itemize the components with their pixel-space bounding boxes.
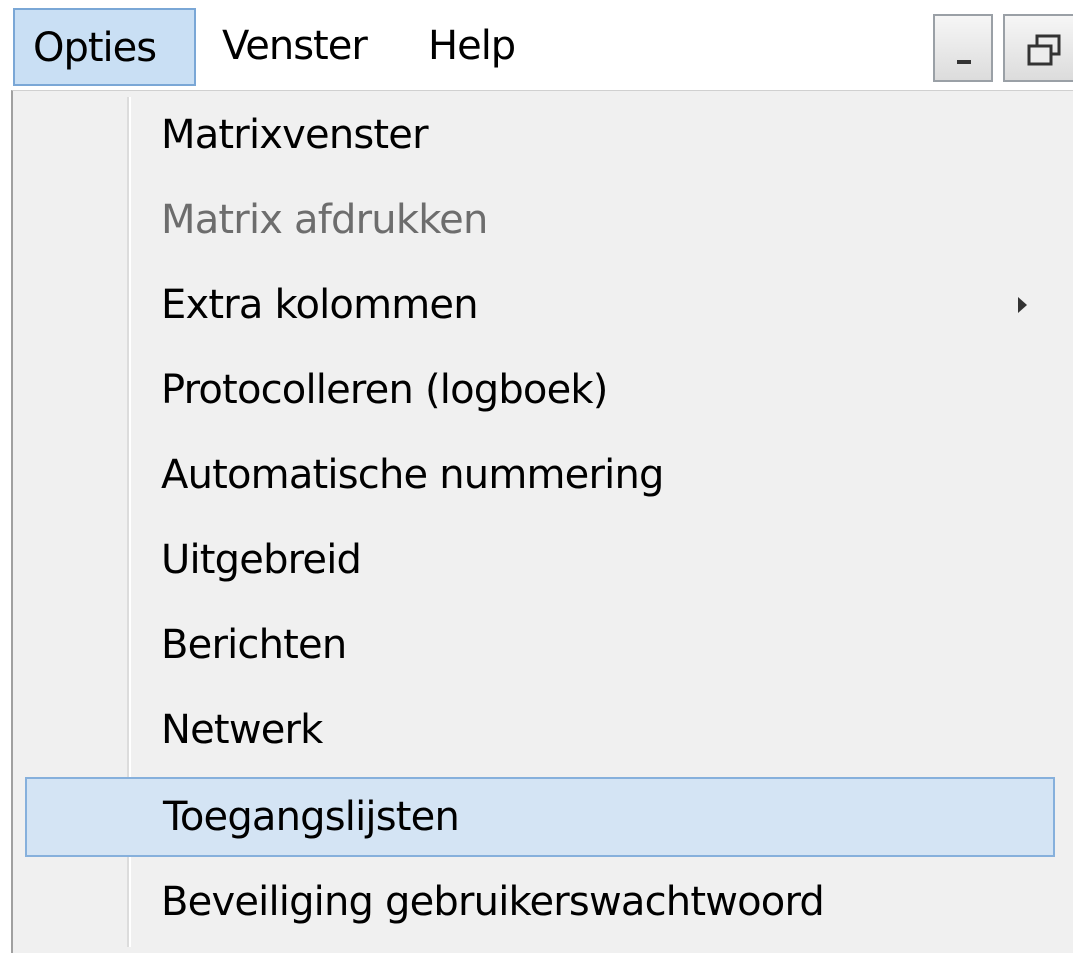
menu-item-berichten[interactable]: Berichten bbox=[25, 605, 1055, 685]
menu-help[interactable]: Help bbox=[428, 8, 538, 86]
menu-item-label: Uitgebreid bbox=[161, 537, 362, 583]
menu-item-matrixvenster[interactable]: Matrixvenster bbox=[25, 95, 1055, 175]
submenu-arrow-icon bbox=[1018, 297, 1027, 313]
minimize-button[interactable] bbox=[933, 14, 993, 82]
menu-item-label: Beveiliging gebruikerswachtwoord bbox=[161, 879, 825, 925]
menu-item-label: Extra kolommen bbox=[161, 282, 479, 328]
opties-dropdown-menu: Matrixvenster Matrix afdrukken Extra kol… bbox=[11, 90, 1073, 953]
menu-opties[interactable]: Opties bbox=[13, 8, 196, 86]
menu-item-label: Automatische nummering bbox=[161, 452, 664, 498]
minimize-icon bbox=[957, 60, 971, 64]
menu-item-matrix-afdrukken: Matrix afdrukken bbox=[25, 180, 1055, 260]
menu-item-beveiliging-gebruikerswachtwoord[interactable]: Beveiliging gebruikerswachtwoord bbox=[25, 862, 1055, 942]
application-window: Opties Venster Help Matrixvenster Matrix… bbox=[0, 0, 1073, 953]
menu-item-label: Matrix afdrukken bbox=[161, 197, 488, 243]
menu-item-toegangslijsten[interactable]: Toegangslijsten bbox=[25, 777, 1055, 857]
menu-venster[interactable]: Venster bbox=[222, 8, 397, 86]
menu-item-uitgebreid[interactable]: Uitgebreid bbox=[25, 520, 1055, 600]
menu-item-automatische-nummering[interactable]: Automatische nummering bbox=[25, 435, 1055, 515]
menu-bar: Opties Venster Help bbox=[0, 0, 1073, 92]
menu-item-extra-kolommen[interactable]: Extra kolommen bbox=[25, 265, 1055, 345]
menu-item-label: Netwerk bbox=[161, 707, 323, 753]
menu-item-label: Matrixvenster bbox=[161, 112, 429, 158]
menu-item-netwerk[interactable]: Netwerk bbox=[25, 690, 1055, 770]
menu-item-label: Berichten bbox=[161, 622, 347, 668]
restore-button[interactable] bbox=[1003, 14, 1073, 82]
restore-icon bbox=[1027, 34, 1061, 66]
menu-item-label: Protocolleren (logboek) bbox=[161, 367, 608, 413]
menu-item-protocolleren[interactable]: Protocolleren (logboek) bbox=[25, 350, 1055, 430]
menu-item-label: Toegangslijsten bbox=[163, 794, 460, 840]
